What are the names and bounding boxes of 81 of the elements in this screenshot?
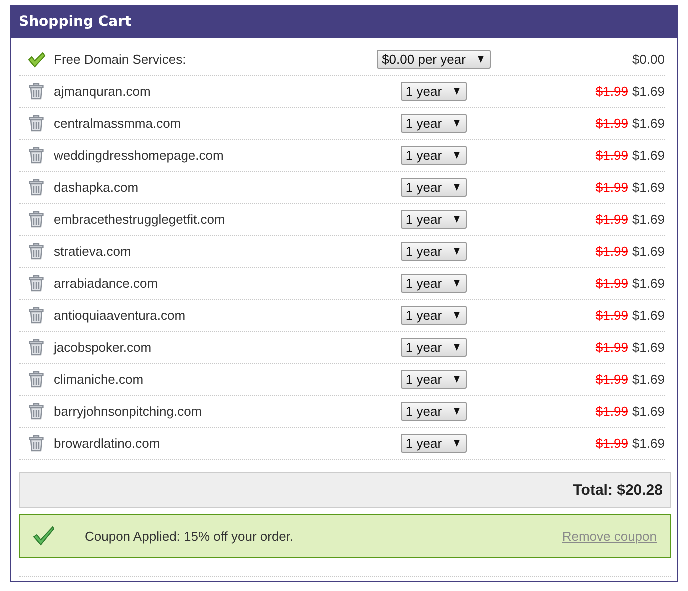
caret-icon [454, 184, 460, 191]
caret-icon [454, 88, 460, 95]
term-dropdown[interactable]: 1 year [400, 402, 468, 421]
old-price: $1.99 [596, 180, 628, 195]
term-dropdown[interactable]: 1 year [400, 210, 468, 229]
caret-icon [454, 344, 460, 351]
price: $1.69 [632, 116, 665, 131]
trash-icon[interactable] [29, 211, 44, 228]
trash-icon[interactable] [29, 275, 44, 292]
item-name: dashapka.com [54, 180, 140, 195]
caret-icon [454, 216, 460, 223]
item-name: stratieva.com [54, 244, 132, 259]
price: $1.69 [632, 436, 665, 451]
term-dropdown[interactable]: 1 year [400, 242, 468, 261]
trash-icon[interactable] [29, 243, 44, 260]
term-dropdown[interactable]: 1 year [400, 178, 468, 197]
caret-icon [454, 440, 460, 447]
price: $1.69 [632, 84, 665, 99]
old-price: $1.99 [596, 84, 628, 99]
item-name: barryjohnsonpitching.com [54, 404, 204, 419]
checkmark-icon [33, 526, 55, 546]
trash-icon[interactable] [29, 307, 44, 324]
old-price: $1.99 [596, 436, 628, 451]
caret-icon [454, 152, 460, 159]
old-price: $1.99 [596, 404, 628, 419]
price: $1.69 [632, 180, 665, 195]
panel-title: Shopping Cart [19, 14, 132, 30]
price: $1.69 [632, 212, 665, 227]
item-name: jacobspoker.com [54, 340, 153, 355]
caret-icon [454, 280, 460, 287]
total-amount: Total: $20.28 [573, 482, 663, 498]
checkmark-icon [28, 52, 46, 68]
item-name: antioquiaaventura.com [54, 308, 187, 323]
term-dropdown[interactable]: 1 year [400, 338, 468, 357]
trash-icon[interactable] [29, 83, 44, 100]
price: $1.69 [632, 308, 665, 323]
caret-icon [478, 56, 484, 63]
old-price: $1.99 [596, 372, 628, 387]
item-name: ajmanquran.com [54, 84, 152, 99]
old-price: $1.99 [596, 148, 628, 163]
price: $0.00 [632, 52, 665, 67]
item-name: browardlatino.com [54, 436, 162, 451]
caret-icon [454, 248, 460, 255]
price: $1.69 [632, 404, 665, 419]
caret-icon [454, 376, 460, 383]
coupon-message: Coupon Applied: 15% off your order. [85, 528, 295, 544]
price: $1.69 [632, 148, 665, 163]
price: $1.69 [632, 244, 665, 259]
trash-icon[interactable] [29, 147, 44, 164]
caret-icon [454, 312, 460, 319]
term-dropdown[interactable]: 1 year [400, 306, 468, 325]
item-name: centralmassmma.com [54, 116, 182, 131]
item-name: Free Domain Services: [54, 52, 188, 67]
term-dropdown[interactable]: 1 year [400, 146, 468, 165]
price: $1.69 [632, 372, 665, 387]
item-name: arrabiadance.com [54, 276, 160, 291]
term-dropdown[interactable]: 1 year [400, 434, 468, 453]
caret-icon [454, 408, 460, 415]
old-price: $1.99 [596, 244, 628, 259]
term-dropdown[interactable]: $0.00 per year [377, 50, 491, 69]
old-price: $1.99 [596, 276, 628, 291]
trash-icon[interactable] [29, 115, 44, 132]
old-price: $1.99 [596, 212, 628, 227]
item-name: embracethestrugglegetfit.com [54, 212, 226, 227]
old-price: $1.99 [596, 116, 628, 131]
trash-icon[interactable] [29, 339, 44, 356]
term-dropdown[interactable]: 1 year [400, 82, 468, 101]
old-price: $1.99 [596, 308, 628, 323]
term-dropdown[interactable]: 1 year [400, 370, 468, 389]
price: $1.69 [632, 340, 665, 355]
price: $1.69 [632, 276, 665, 291]
term-dropdown[interactable]: 1 year [400, 114, 468, 133]
item-name: weddingdresshomepage.com [54, 148, 225, 163]
old-price: $1.99 [596, 340, 628, 355]
term-dropdown[interactable]: 1 year [400, 274, 468, 293]
item-name: climaniche.com [54, 372, 145, 387]
trash-icon[interactable] [29, 403, 44, 420]
trash-icon[interactable] [29, 371, 44, 388]
trash-icon[interactable] [29, 179, 44, 196]
trash-icon[interactable] [29, 435, 44, 452]
caret-icon [454, 120, 460, 127]
